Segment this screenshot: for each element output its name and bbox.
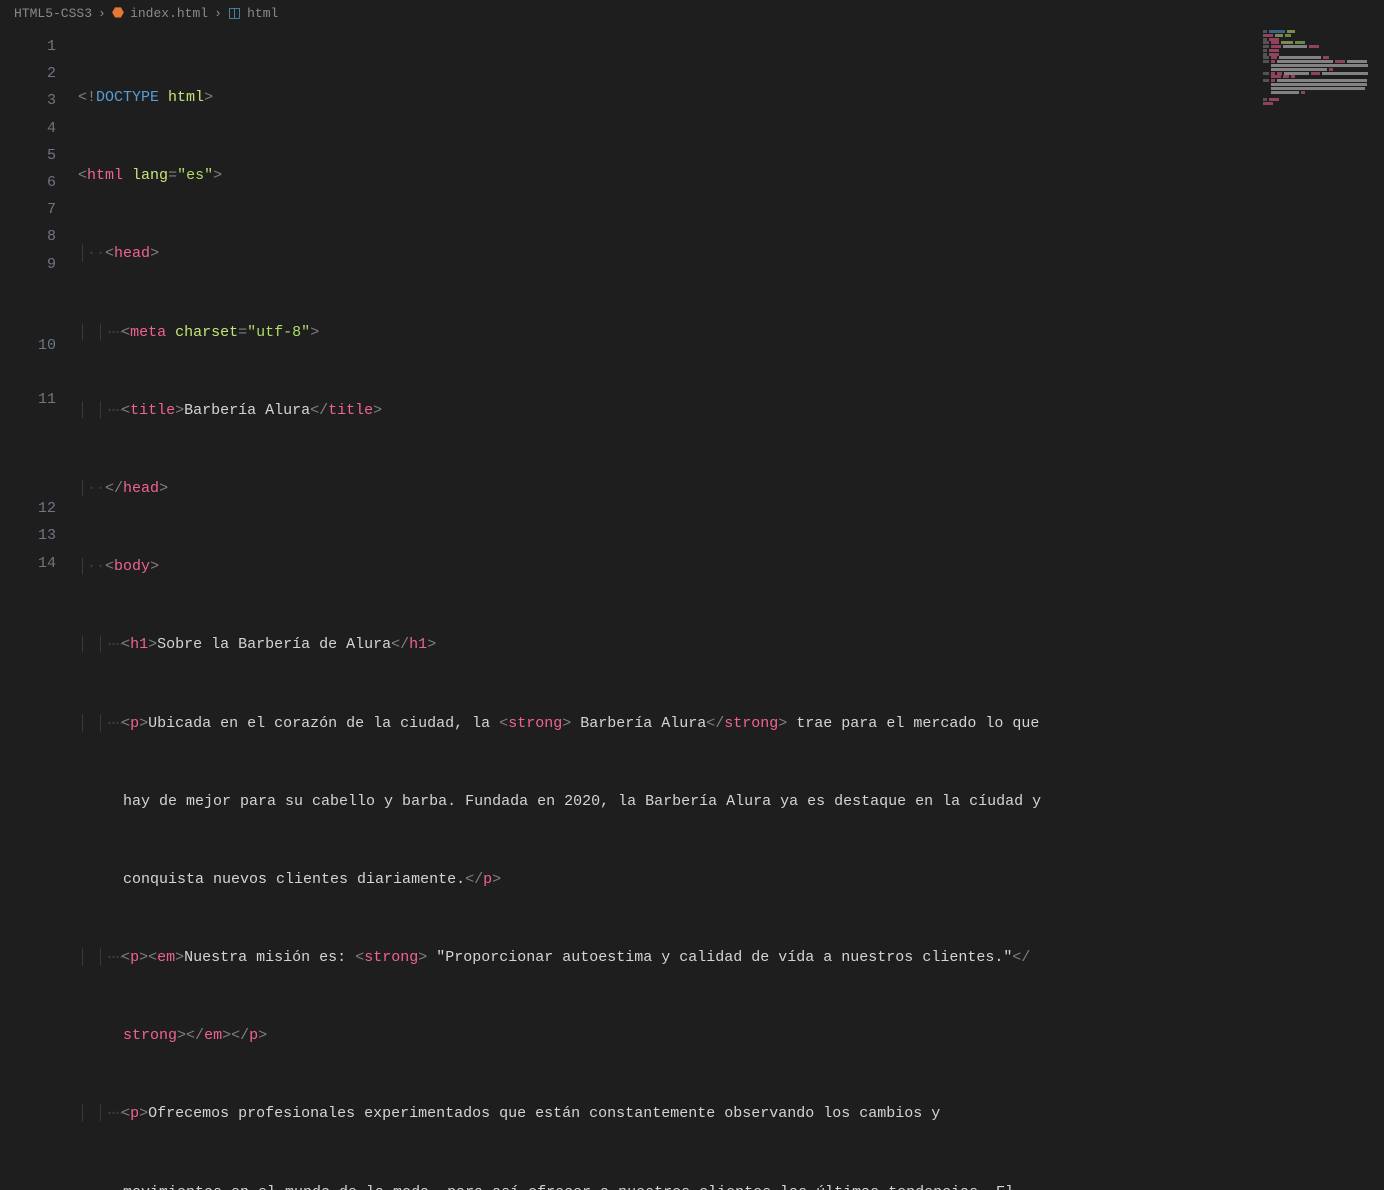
element-icon: ◫ [228, 5, 241, 22]
code-line: │··<body> [78, 553, 1384, 580]
code-line: hay de mejor para su cabello y barba. Fu… [78, 788, 1384, 815]
chevron-right-icon: › [98, 6, 106, 21]
breadcrumb-file[interactable]: index.html [130, 6, 208, 21]
code-line: │ │····<p>Ubicada en el corazón de la ci… [78, 710, 1384, 737]
code-content[interactable]: <!DOCTYPE html> <html lang="es"> │··<hea… [78, 26, 1384, 595]
code-line: <html lang="es"> [78, 162, 1384, 189]
minimap[interactable] [1263, 30, 1368, 90]
code-line: <!DOCTYPE html> [78, 84, 1384, 111]
code-line: conquista nuevos clientes diariamente.</… [78, 866, 1384, 893]
line-number-gutter: 1 2 3 4 5 6 7 8 9 - - 10 - 11 - - - 12 1… [0, 26, 78, 595]
html5-icon: ⬣ [112, 5, 124, 22]
code-line: strong></em></p> [78, 1022, 1384, 1049]
code-line: movimientos en el mundo de la moda, para… [78, 1179, 1384, 1190]
code-line: │··<head> [78, 240, 1384, 267]
breadcrumb[interactable]: HTML5-CSS3 › ⬣ index.html › ◫ html [0, 0, 1384, 26]
breadcrumb-folder[interactable]: HTML5-CSS3 [14, 6, 92, 21]
breadcrumb-symbol[interactable]: html [247, 6, 278, 21]
code-line: │ │····<title>Barbería Alura</title> [78, 397, 1384, 424]
code-line: │ │····<meta charset="utf-8"> [78, 319, 1384, 346]
code-line: │ │····<h1>Sobre la Barbería de Alura</h… [78, 631, 1384, 658]
chevron-right-icon: › [214, 6, 222, 21]
code-line: │ │····<p>Ofrecemos profesionales experi… [78, 1100, 1384, 1127]
code-editor[interactable]: 1 2 3 4 5 6 7 8 9 - - 10 - 11 - - - 12 1… [0, 26, 1384, 595]
code-line: │··</head> [78, 475, 1384, 502]
code-line: │ │····<p><em>Nuestra misión es: <strong… [78, 944, 1384, 971]
